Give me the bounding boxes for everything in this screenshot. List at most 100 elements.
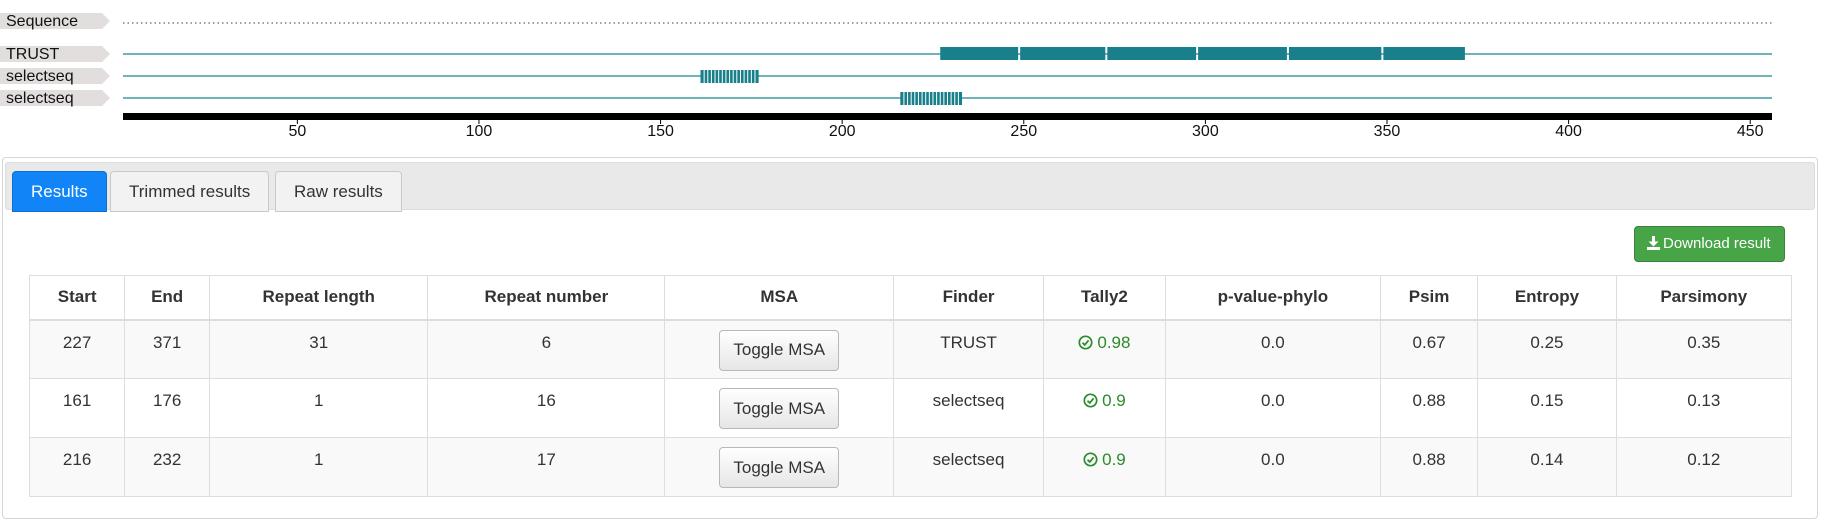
- cell-entropy: 0.14: [1477, 437, 1617, 497]
- repeat-separator: [917, 92, 919, 105]
- cell-entropy: 0.15: [1477, 378, 1617, 438]
- repeat-separator: [750, 70, 752, 83]
- cell-repeat-length: 1: [209, 378, 429, 438]
- axis-tick-label: 400: [1555, 123, 1582, 140]
- repeat-block: [1383, 47, 1465, 60]
- tab-trimmed-results[interactable]: Trimmed results: [110, 171, 270, 212]
- cell-end: 371: [124, 319, 211, 379]
- header-finder: Finder: [893, 275, 1044, 321]
- header-repeat-number: Repeat number: [427, 275, 666, 321]
- repeat-separator: [957, 92, 959, 105]
- repeat-separator: [947, 92, 948, 105]
- repeat-separator: [925, 92, 927, 105]
- toggle-msa-button[interactable]: Toggle MSA: [719, 329, 840, 371]
- results-table: Start End Repeat length Repeat number MS…: [28, 275, 1793, 497]
- download-result-button[interactable]: Download result: [1634, 226, 1785, 262]
- repeat-block: [1288, 47, 1382, 60]
- header-end: End: [124, 275, 211, 321]
- repeat-separator: [718, 70, 720, 83]
- cell-repeat-length: 31: [209, 319, 429, 379]
- cell-repeat-number: 6: [427, 319, 666, 379]
- track-label: Sequence: [6, 13, 78, 30]
- check-circle-icon: [1083, 393, 1098, 408]
- header-tally2: Tally2: [1042, 275, 1166, 321]
- repeat-separator: [732, 70, 734, 83]
- cell-msa: Toggle MSA: [664, 437, 895, 497]
- repeat-separator: [754, 70, 756, 83]
- repeat-separator: [736, 70, 738, 83]
- repeat-separator: [721, 70, 723, 83]
- repeat-separator: [707, 70, 709, 83]
- cell-psim: 0.88: [1379, 378, 1479, 438]
- axis-tick-label: 450: [1737, 123, 1764, 140]
- cell-repeat-number: 17: [427, 437, 666, 497]
- repeat-separator: [907, 92, 909, 105]
- tab-bar: Results Trimmed results Raw results: [5, 162, 1815, 212]
- repeat-block: [1198, 47, 1287, 60]
- header-repeat-length: Repeat length: [209, 275, 429, 321]
- table-header-row: Start End Repeat length Repeat number MS…: [28, 275, 1793, 321]
- toggle-msa-button[interactable]: Toggle MSA: [719, 447, 840, 488]
- tab-raw-results[interactable]: Raw results: [275, 171, 402, 212]
- toggle-msa-button[interactable]: Toggle MSA: [719, 388, 840, 429]
- track-label: selectseq: [6, 68, 74, 85]
- cell-start: 227: [28, 319, 126, 379]
- cell-parsimony: 0.13: [1615, 378, 1793, 438]
- cell-parsimony: 0.35: [1615, 319, 1793, 379]
- repeat-separator: [747, 70, 749, 83]
- cell-msa: Toggle MSA: [664, 378, 895, 438]
- repeat-block: [1107, 47, 1197, 60]
- cell-p-value-phylo: 0.0: [1164, 319, 1381, 379]
- cell-finder: TRUST: [893, 319, 1044, 379]
- position-axis: [123, 113, 1772, 120]
- repeat-separator: [710, 70, 712, 83]
- axis-tick-label: 50: [288, 123, 306, 140]
- repeat-separator: [743, 70, 745, 83]
- repeat-separator: [729, 70, 731, 83]
- cell-end: 176: [124, 378, 211, 438]
- axis-tick-label: 300: [1192, 123, 1219, 140]
- header-parsimony: Parsimony: [1615, 275, 1793, 321]
- repeat-separator: [932, 92, 934, 105]
- cell-tally2: 0.9: [1042, 378, 1166, 438]
- check-circle-icon: [1083, 452, 1098, 467]
- table-row: 161 176 1 16 Toggle MSA selectseq 0.9 0.…: [28, 378, 1793, 438]
- repeat-block: [940, 47, 1019, 60]
- repeat-separator: [714, 70, 716, 83]
- cell-msa: Toggle MSA: [664, 319, 895, 379]
- header-entropy: Entropy: [1477, 275, 1617, 321]
- cell-tally2: 0.9: [1042, 437, 1166, 497]
- axis-tick-label: 350: [1374, 123, 1401, 140]
- feature-viewer-canvas: Sequence TRUST selectseq selectseq 50 100 150 2…: [0, 13, 1772, 140]
- track-label: selectseq: [6, 90, 74, 107]
- cell-repeat-length: 1: [209, 437, 429, 497]
- repeat-separator: [950, 92, 952, 105]
- cell-end: 232: [124, 437, 211, 497]
- cell-entropy: 0.25: [1477, 319, 1617, 379]
- cell-psim: 0.88: [1379, 437, 1479, 497]
- repeat-region: [900, 92, 963, 105]
- repeat-separator: [725, 70, 727, 83]
- feature-viewer: Sequence TRUST selectseq selectseq 50 100 150 2…: [0, 0, 1822, 150]
- cell-finder: selectseq: [893, 378, 1044, 438]
- repeat-separator: [739, 70, 741, 83]
- repeat-separator: [921, 92, 923, 105]
- cell-tally2: 0.98: [1042, 319, 1166, 379]
- tab-results[interactable]: Results: [12, 171, 107, 212]
- repeat-separator: [928, 92, 930, 105]
- cell-start: 216: [28, 437, 126, 497]
- axis-tick-label: 150: [647, 123, 674, 140]
- cell-repeat-number: 16: [427, 378, 666, 438]
- header-start: Start: [28, 275, 126, 321]
- repeat-separator: [943, 92, 945, 105]
- cell-parsimony: 0.12: [1615, 437, 1793, 497]
- cell-p-value-phylo: 0.0: [1164, 437, 1381, 497]
- cell-p-value-phylo: 0.0: [1164, 378, 1381, 438]
- axis-tick-label: 200: [829, 123, 856, 140]
- tally2-value: 0.9: [1102, 391, 1126, 410]
- repeat-separator: [910, 92, 912, 105]
- tally2-value: 0.98: [1097, 332, 1131, 352]
- download-result-label: Download result: [1663, 235, 1771, 252]
- table-row: 216 232 1 17 Toggle MSA selectseq 0.9 0.…: [28, 437, 1793, 497]
- cell-psim: 0.67: [1379, 319, 1479, 379]
